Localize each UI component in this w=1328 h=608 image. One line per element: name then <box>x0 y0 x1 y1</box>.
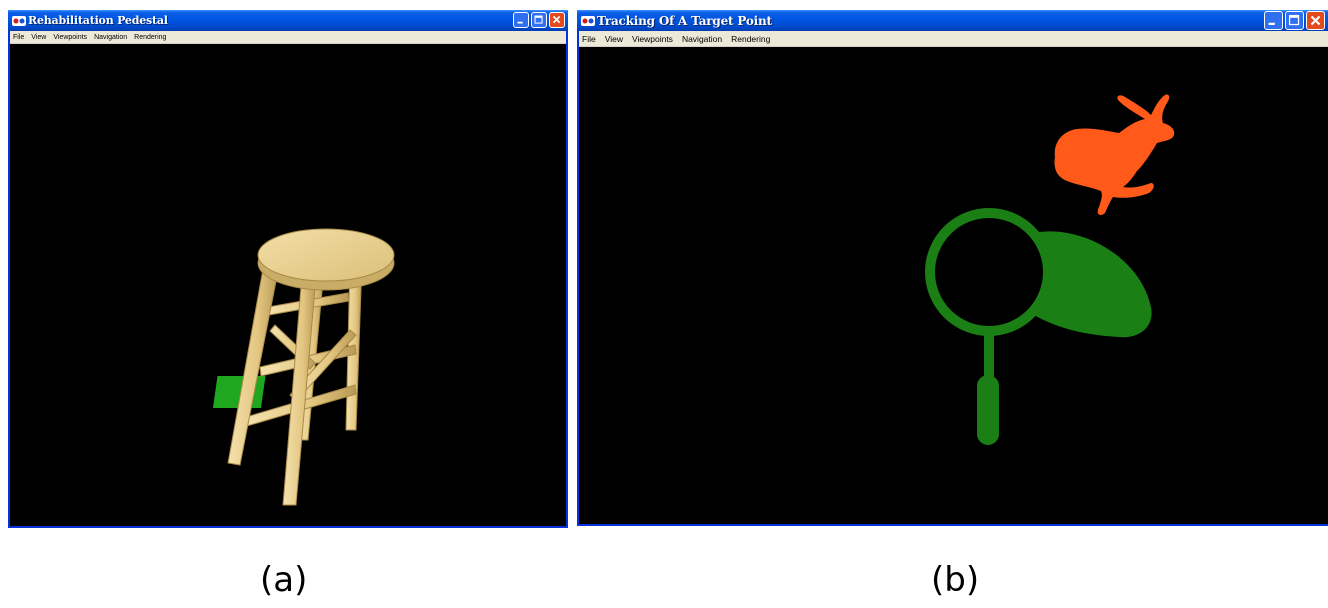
close-icon <box>552 15 561 24</box>
caption-b: (b) <box>931 560 980 600</box>
minimize-icon <box>1268 22 1275 25</box>
close-icon <box>1310 15 1321 26</box>
window-title: Tracking Of A Target Point <box>597 13 772 28</box>
title-bar[interactable]: Tracking Of A Target Point <box>577 10 1328 31</box>
close-button[interactable] <box>549 12 565 28</box>
maximize-icon <box>1288 14 1300 26</box>
tracking-scene <box>925 94 1175 445</box>
minimize-button[interactable] <box>513 12 529 28</box>
menu-view[interactable]: View <box>31 34 46 41</box>
butterfly-net <box>925 208 1152 445</box>
window-title: Rehabilitation Pedestal <box>28 14 168 27</box>
maximize-icon <box>534 15 543 24</box>
close-button[interactable] <box>1306 11 1325 30</box>
window-tracking-target-point: Tracking Of A Target Point File View Vie… <box>577 10 1328 526</box>
stool-scene <box>212 228 395 506</box>
minimize-icon <box>517 21 523 24</box>
app-icon <box>12 15 26 26</box>
menu-navigation[interactable]: Navigation <box>682 34 722 44</box>
menu-file[interactable]: File <box>13 34 24 41</box>
title-bar[interactable]: Rehabilitation Pedestal <box>8 10 568 31</box>
app-icon <box>581 15 595 26</box>
maximize-button[interactable] <box>531 12 547 28</box>
window-rehabilitation-pedestal: Rehabilitation Pedestal File View Viewpo… <box>8 10 568 528</box>
minimize-button[interactable] <box>1264 11 1283 30</box>
stool <box>227 228 395 506</box>
menu-bar: File View Viewpoints Navigation Renderin… <box>10 31 566 44</box>
3d-viewport[interactable] <box>10 45 566 526</box>
menu-navigation[interactable]: Navigation <box>94 34 127 41</box>
menu-viewpoints[interactable]: Viewpoints <box>632 34 673 44</box>
caption-a: (a) <box>260 560 308 600</box>
menu-bar: File View Viewpoints Navigation Renderin… <box>579 31 1328 47</box>
maximize-button[interactable] <box>1285 11 1304 30</box>
menu-viewpoints[interactable]: Viewpoints <box>53 34 87 41</box>
menu-rendering[interactable]: Rendering <box>134 34 166 41</box>
3d-viewport[interactable] <box>579 47 1328 524</box>
menu-file[interactable]: File <box>582 34 596 44</box>
rabbit <box>1054 94 1175 215</box>
menu-rendering[interactable]: Rendering <box>731 34 770 44</box>
menu-view[interactable]: View <box>605 34 623 44</box>
